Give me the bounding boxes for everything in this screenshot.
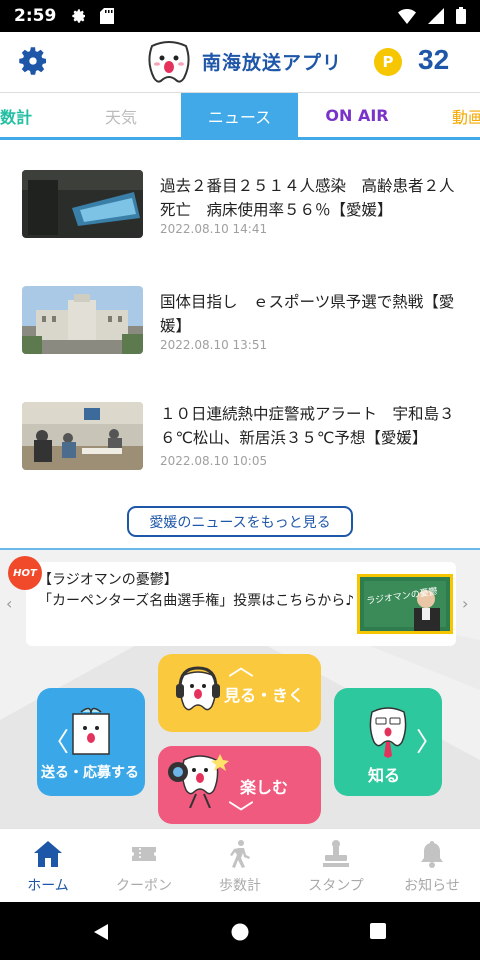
know-button[interactable]: 知る 〉 [334,688,442,796]
chevron-up-icon: ︿ [228,652,255,682]
chevron-right-icon: 〉 [416,728,443,758]
nav-pedometer-label: 歩数計 [219,878,261,894]
chevron-left-icon: 〈 [43,728,70,758]
news-thumbnail [22,286,143,354]
news-date: 2022.08.10 14:41 [160,222,268,236]
mascot-logo [144,40,194,86]
mascot-camera-icon [168,754,229,808]
status-time: 2:59 [14,6,57,26]
wifi-icon [398,8,416,29]
nav-coupon-label: クーポン [116,878,172,894]
send-apply-label: 送る・応募する [41,765,139,781]
banner-image: ラジオマンの憂鬱 [357,574,453,634]
app-title: 南海放送アプリ [202,52,343,74]
feature-area: HOT ‹ › 【ラジオマンの憂鬱】 「カーペンターズ名曲選手権」投票はこちらか… [0,548,480,828]
tab-news[interactable]: ニュース [181,93,298,138]
news-item[interactable]: １０日連続熱中症警戒アラート 宇和島３６℃松山、新居浜３５℃予想【愛媛】 202… [0,392,480,492]
mascot-gift-icon [72,707,110,755]
nav-coupon[interactable]: クーポン [96,829,192,903]
bottom-navigation: ホーム クーポン 歩数計 スタンプ お知らせ [0,828,480,902]
banner-prev-icon[interactable]: ‹ [6,594,12,613]
nav-home[interactable]: ホーム [0,829,96,903]
nav-pedometer[interactable]: 歩数計 [192,829,288,903]
banner-title: 【ラジオマンの憂鬱】 「カーペンターズ名曲選手権」投票はこちらから♪ [38,572,355,609]
settings-gear-icon[interactable] [16,44,50,78]
news-thumbnail [22,170,143,238]
app-header: 南海放送アプリ P 32 [0,32,480,92]
sd-card-icon [98,7,116,25]
nav-notifications-label: お知らせ [404,878,460,894]
know-label: 知る [368,766,401,785]
home-icon [34,841,62,867]
news-headline: 国体目指し ｅスポーツ県予選で熱戦【愛媛】 [160,293,455,335]
news-item[interactable]: 国体目指し ｅスポーツ県予選で熱戦【愛媛】 2022.08.10 13:51 [0,276,480,376]
more-news-button[interactable]: 愛媛のニュースをもっと見る [127,506,353,537]
hot-badge: HOT [8,556,42,590]
enjoy-button[interactable]: 楽しむ ﹀ [158,746,321,828]
status-bar: 2:59 [0,0,480,32]
tab-on-air[interactable]: ON AIR [298,93,416,138]
stamp-icon [323,840,349,867]
send-apply-button[interactable]: 〈 送る・応募する [37,688,145,796]
watch-listen-label: 見る・きく [224,686,305,705]
watch-listen-button[interactable]: ︿ 見る・きく [158,652,321,732]
news-headline: １０日連続熱中症警戒アラート 宇和島３６℃松山、新居浜３５℃予想【愛媛】 [160,405,455,447]
battery-icon [456,7,466,29]
category-tabs: 数計 天気 ニュース ON AIR 動画 [0,92,480,140]
banner-text: 【ラジオマンの憂鬱】 「カーペンターズ名曲選手権」投票はこちらから♪ [38,570,358,612]
promo-banner[interactable]: 【ラジオマンの憂鬱】 「カーペンターズ名曲選手権」投票はこちらから♪ ラジオマン… [26,562,456,646]
news-date: 2022.08.10 13:51 [160,338,268,352]
news-thumbnail [22,402,143,470]
nav-notifications[interactable]: お知らせ [384,829,480,903]
tab-steps[interactable]: 数計 [0,93,42,138]
ticket-icon [132,847,156,861]
nav-stamp[interactable]: スタンプ [288,829,384,903]
news-headline: 過去２番目２５１４人感染 高齢患者２人死亡 病床使用率５６％【愛媛】 [160,177,455,219]
news-item[interactable]: 過去２番目２５１４人感染 高齢患者２人死亡 病床使用率５６％【愛媛】 2022.… [0,160,480,260]
walking-icon [230,840,250,868]
recents-icon[interactable] [370,923,386,939]
nav-home-label: ホーム [27,878,69,894]
tab-video[interactable]: 動画 [452,93,480,138]
point-icon[interactable]: P [374,48,402,76]
mascot-headphones-icon [176,666,220,711]
home-circle-icon[interactable] [231,923,249,941]
bell-icon [421,841,443,868]
system-navigation-bar [0,902,480,960]
signal-icon [428,7,444,29]
mascot-tie-icon [369,707,407,758]
point-count[interactable]: 32 [418,44,449,76]
news-date: 2022.08.10 10:05 [160,454,268,468]
back-icon[interactable] [92,923,110,941]
settings-status-icon [70,7,88,25]
tab-weather[interactable]: 天気 [62,93,180,138]
banner-next-icon[interactable]: › [462,594,468,613]
nav-stamp-label: スタンプ [308,878,364,894]
chevron-down-icon: ﹀ [228,800,255,828]
